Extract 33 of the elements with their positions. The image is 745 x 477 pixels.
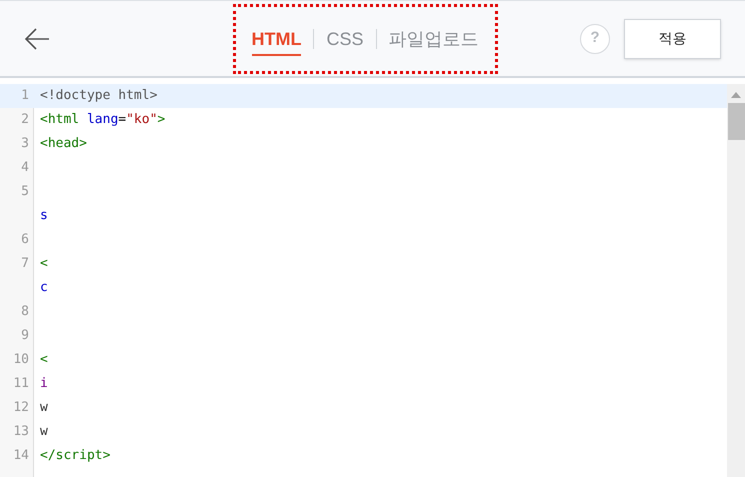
tab[interactable]: CSS — [326, 22, 364, 56]
line-number: 4 — [20, 159, 29, 178]
back-arrow-icon[interactable] — [24, 28, 50, 50]
help-button[interactable]: ? — [580, 24, 610, 54]
line-number: 2 — [20, 111, 29, 130]
line-number: 12 — [12, 399, 29, 418]
code-text: <head> — [40, 135, 87, 154]
line-number: 11 — [12, 375, 29, 394]
code-text: <!doctype html> — [40, 87, 158, 106]
line-number: 14 — [12, 447, 29, 466]
line-number: 6 — [20, 231, 29, 250]
scrollbar-thumb[interactable] — [728, 103, 744, 140]
tab[interactable]: 파일업로드 — [388, 22, 478, 56]
code-text: < — [40, 255, 48, 274]
code-text: c — [40, 279, 48, 298]
line-number: 9 — [20, 327, 29, 346]
line-number: 3 — [20, 135, 29, 154]
code-text: s — [40, 207, 48, 226]
tab[interactable]: HTML — [252, 22, 302, 56]
line-number: 1 — [20, 87, 29, 106]
line-number: 8 — [20, 303, 29, 322]
scroll-up-icon[interactable] — [731, 92, 741, 98]
code-text: <html lang="ko"> — [40, 111, 166, 130]
code-text: i — [40, 375, 48, 394]
code-text: w — [40, 423, 48, 442]
code-text: < — [40, 351, 48, 370]
line-number: 5 — [20, 183, 29, 202]
code-text: </script> — [40, 447, 110, 466]
line-number: 13 — [12, 423, 29, 442]
line-number: 7 — [20, 255, 29, 274]
line-number: 10 — [12, 351, 29, 370]
apply-button[interactable]: 적용 — [624, 18, 721, 58]
code-text: w — [40, 399, 48, 418]
